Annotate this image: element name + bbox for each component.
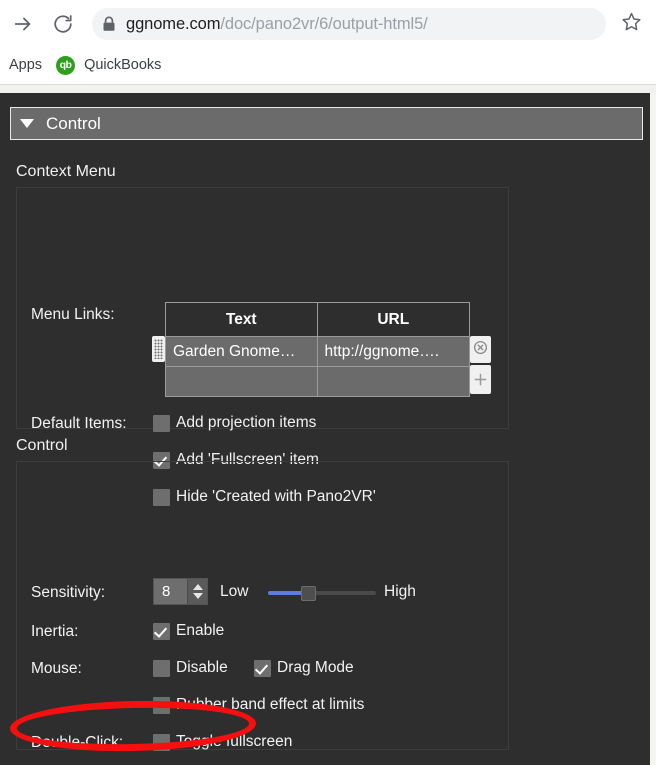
drag-handle-icon[interactable] — [152, 336, 165, 362]
bookmark-apps[interactable]: Apps — [2, 51, 49, 79]
label-rubber-band: Rubber band effect at limits — [176, 696, 365, 713]
table-row[interactable]: Garden Gnome… http://ggnome…. — [166, 336, 469, 366]
reload-button[interactable] — [46, 7, 80, 41]
address-bar[interactable]: ggnome.com/doc/pano2vr/6/output-html5/ — [92, 7, 606, 40]
remove-row-button[interactable] — [470, 336, 491, 363]
slider-low-label: Low — [220, 583, 249, 600]
menu-links-table[interactable]: Text URL Garden Gnome… http://ggnome…. — [165, 302, 470, 397]
sensitivity-spinbox[interactable]: 8 — [153, 578, 208, 605]
group-title-control: Control — [16, 437, 68, 454]
lock-icon — [92, 8, 126, 40]
sensitivity-label: Sensitivity: — [31, 584, 106, 601]
cell-url[interactable]: http://ggnome…. — [318, 337, 470, 366]
menu-links-label: Menu Links: — [31, 306, 115, 323]
cell-text[interactable]: Garden Gnome… — [166, 337, 318, 366]
page-top-gap — [0, 85, 656, 93]
label-toggle-fullscreen: Toggle fullscreen — [176, 733, 293, 750]
forward-button[interactable] — [6, 7, 40, 41]
quickbooks-icon: qb — [56, 55, 76, 75]
url-host: ggnome.com — [126, 14, 221, 33]
checkbox-mouse-disable[interactable] — [153, 660, 170, 677]
label-inertia-enable: Enable — [176, 622, 225, 639]
checkbox-mouse-drag-mode[interactable] — [254, 660, 271, 677]
chevron-up-icon[interactable] — [192, 584, 203, 590]
group-title-context-menu: Context Menu — [16, 163, 116, 180]
section-header-title: Control — [46, 113, 101, 133]
remove-circle-icon — [473, 340, 488, 360]
column-header-text: Text — [166, 303, 318, 336]
table-row[interactable] — [166, 366, 469, 396]
sensitivity-stepper[interactable] — [187, 579, 207, 604]
cell-text[interactable] — [166, 367, 318, 396]
reload-icon — [52, 13, 74, 35]
checkbox-toggle-fullscreen[interactable] — [153, 734, 170, 751]
checkbox-inertia-enable[interactable] — [153, 623, 170, 640]
section-header-control[interactable]: Control — [10, 107, 643, 140]
label-mouse-drag-mode: Drag Mode — [277, 659, 354, 676]
default-items-label: Default Items: — [31, 415, 127, 432]
browser-chrome: ggnome.com/doc/pano2vr/6/output-html5/ A… — [0, 0, 656, 93]
bookmark-quickbooks-label: QuickBooks — [84, 57, 162, 73]
sensitivity-value[interactable]: 8 — [154, 579, 187, 604]
url-text: ggnome.com/doc/pano2vr/6/output-html5/ — [126, 8, 428, 40]
sensitivity-slider[interactable] — [268, 582, 376, 604]
mouse-label: Mouse: — [31, 660, 82, 677]
cell-url[interactable] — [318, 367, 470, 396]
drag-dots — [154, 339, 163, 359]
checkbox-rubber-band[interactable] — [153, 697, 170, 714]
label-mouse-disable: Disable — [176, 659, 228, 676]
pano2vr-output-panel: Control Context Menu Menu Links: Text UR… — [0, 93, 650, 765]
browser-toolbar: ggnome.com/doc/pano2vr/6/output-html5/ — [0, 0, 656, 47]
plus-icon — [473, 369, 488, 391]
column-header-url: URL — [377, 311, 410, 328]
double-click-label: Double-Click: — [31, 734, 124, 751]
add-row-button[interactable] — [470, 365, 491, 394]
bookmark-star-button[interactable] — [614, 7, 648, 41]
bookmark-quickbooks[interactable]: qb QuickBooks — [49, 51, 168, 79]
bookmarks-bar: Apps qb QuickBooks — [0, 47, 656, 83]
page-right-edge — [650, 93, 656, 765]
checkbox-add-projection-items[interactable] — [153, 415, 170, 432]
url-path: /doc/pano2vr/6/output-html5/ — [220, 14, 428, 33]
arrow-right-icon — [12, 13, 34, 35]
slider-high-label: High — [384, 583, 416, 600]
table-header-row: Text URL — [166, 303, 469, 336]
bookmark-apps-label: Apps — [9, 57, 43, 73]
label-add-projection-items: Add projection items — [176, 414, 317, 431]
slider-handle[interactable] — [301, 586, 316, 601]
chevron-down-icon[interactable] — [192, 593, 203, 599]
triangle-down-icon[interactable] — [20, 119, 34, 128]
inertia-label: Inertia: — [31, 623, 79, 640]
star-icon — [621, 11, 642, 37]
